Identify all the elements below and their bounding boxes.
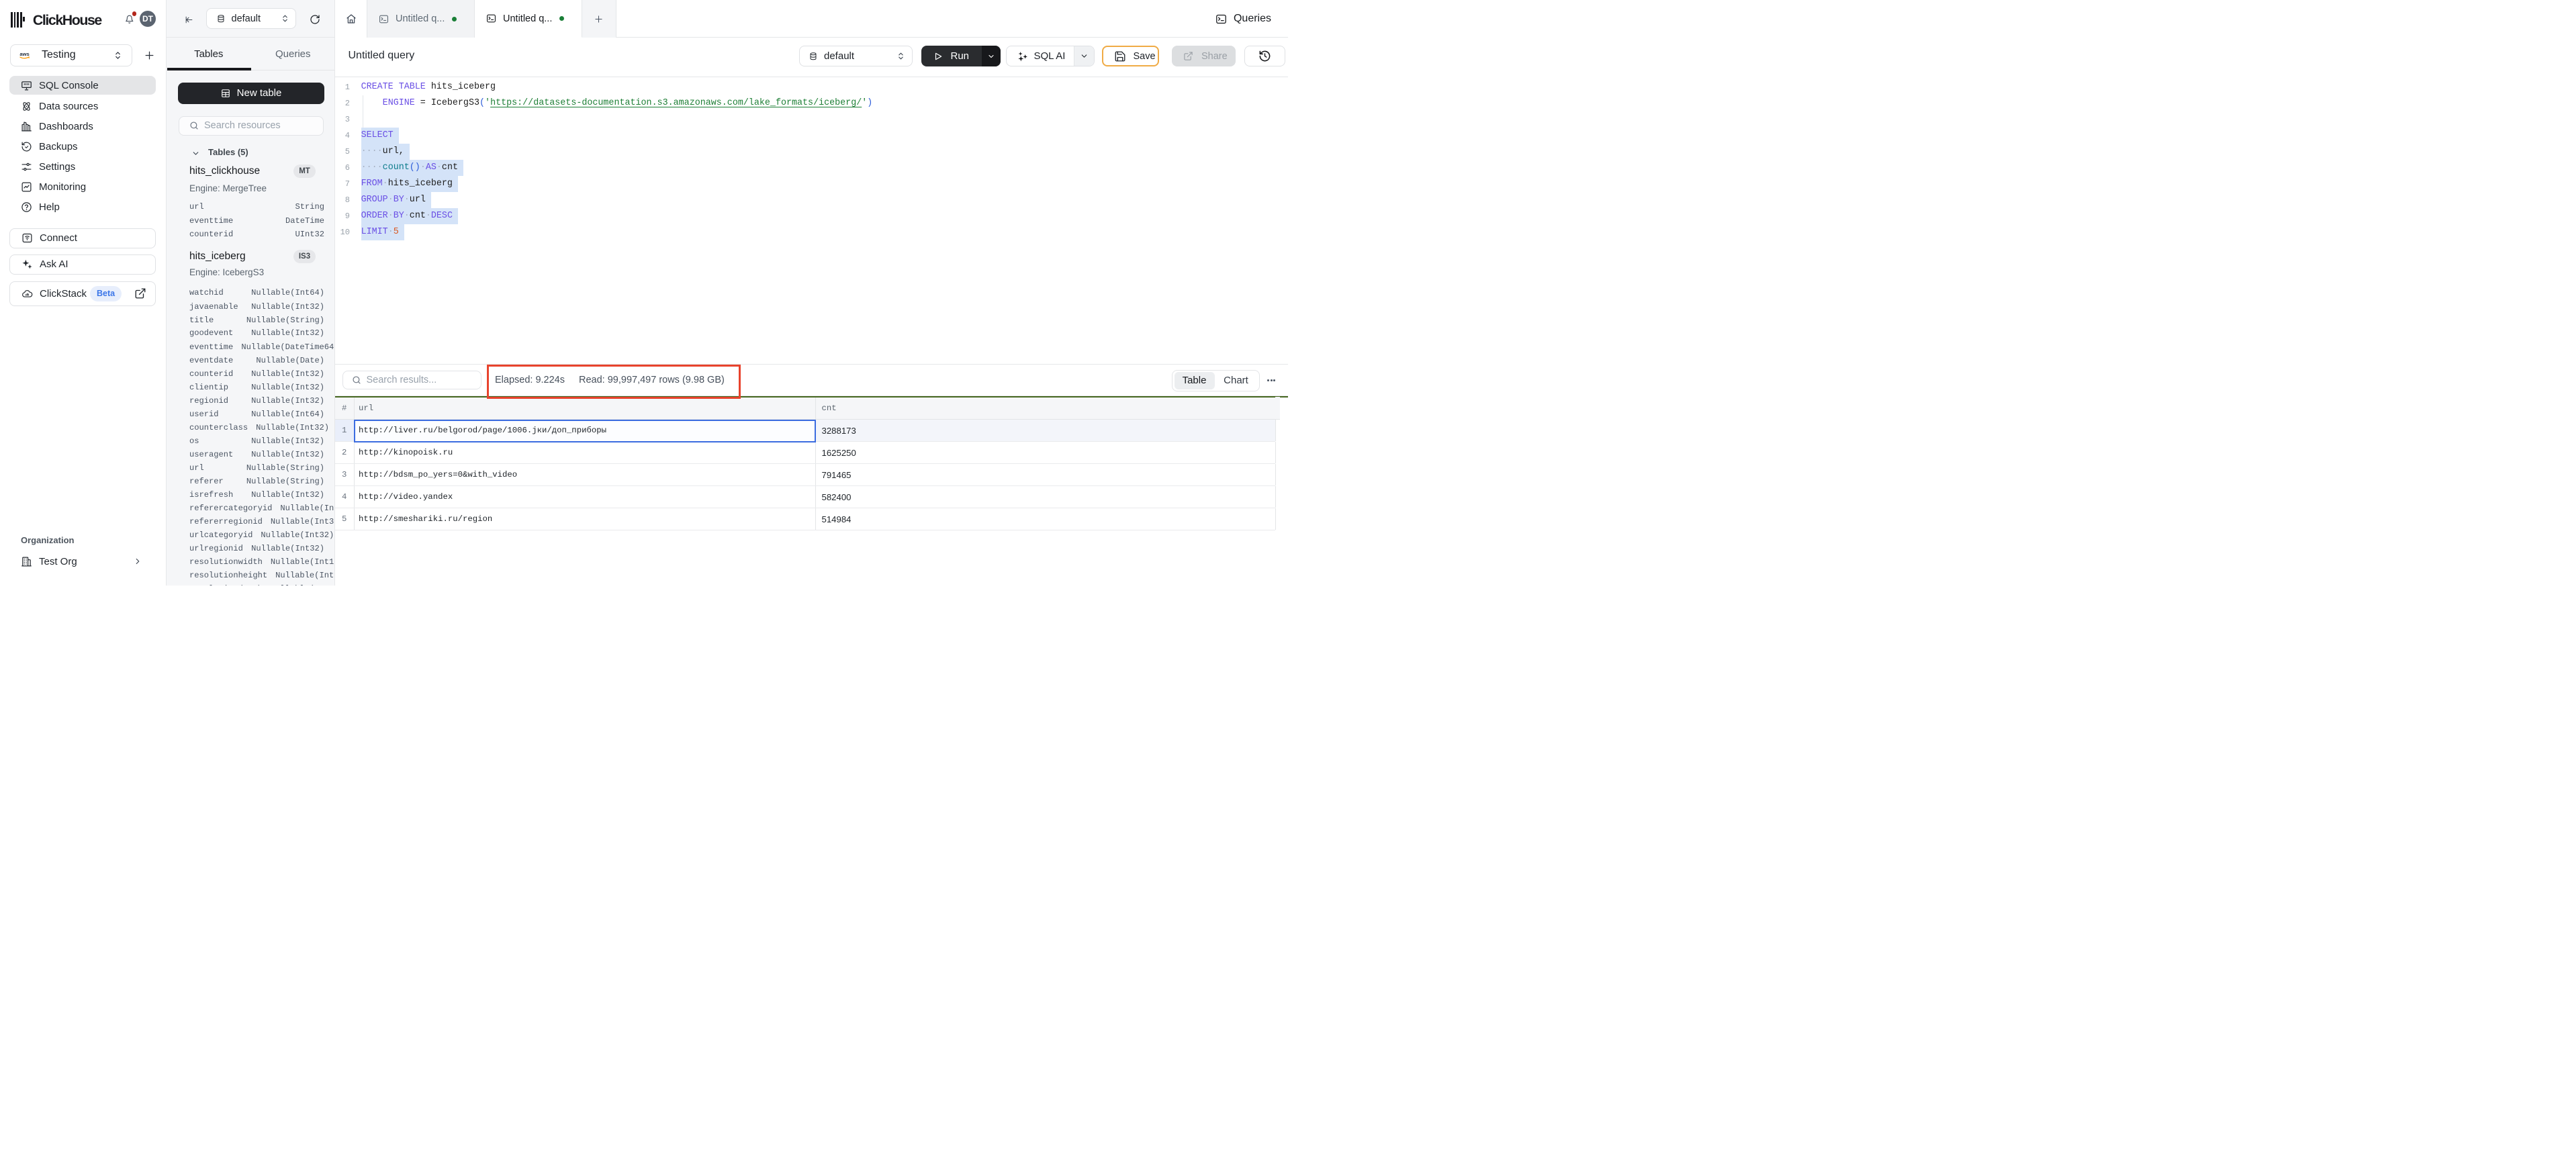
svg-text:aws: aws [19, 51, 29, 57]
